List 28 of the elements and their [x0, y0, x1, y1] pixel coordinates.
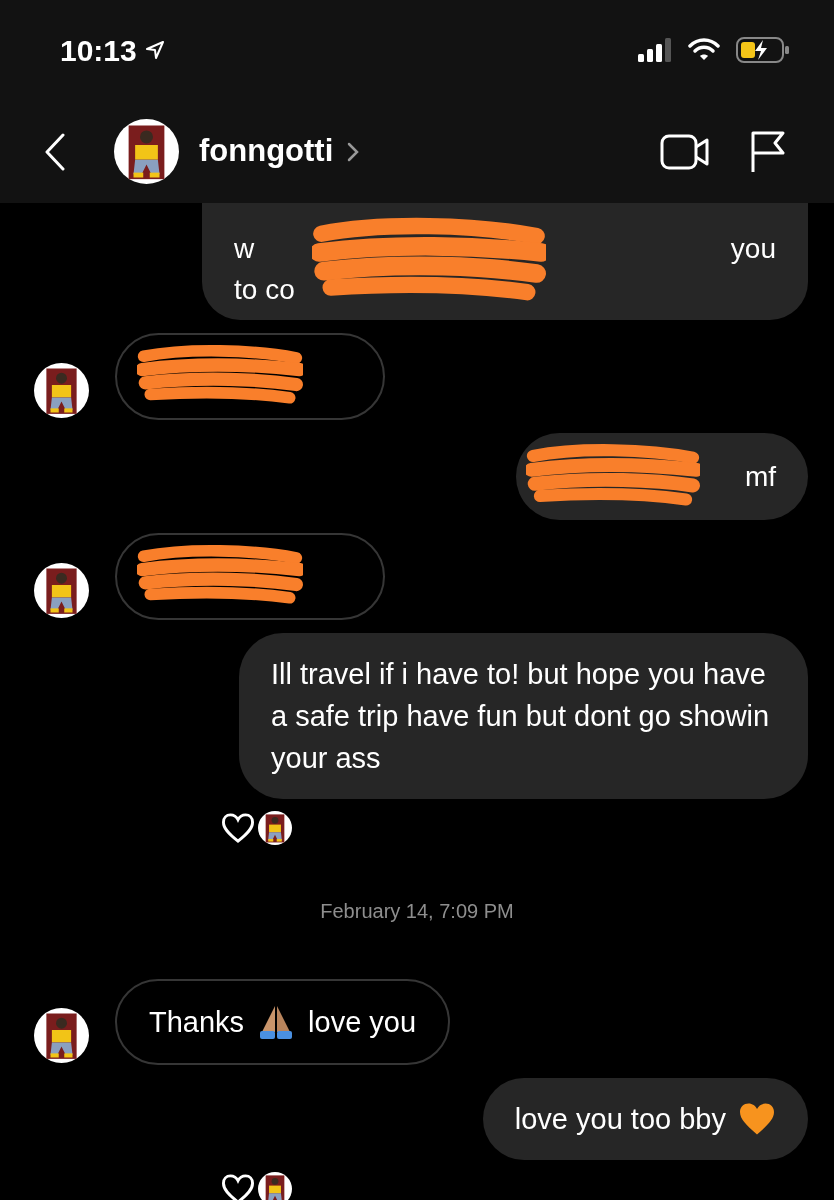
sender-avatar	[34, 363, 89, 418]
battery-icon	[736, 37, 790, 63]
message-text: Thanks	[149, 1005, 245, 1040]
heart-icon	[738, 1102, 776, 1136]
message-text: mf	[744, 460, 776, 494]
reactor-avatar	[258, 811, 292, 845]
back-button[interactable]	[44, 132, 66, 171]
profile-avatar	[114, 119, 179, 184]
reactor-avatar	[258, 1172, 292, 1200]
video-call-button[interactable]	[660, 133, 710, 170]
message-text: Ill travel if i have to! but hope you have a safe trip have fun but dont go showin your ass	[271, 657, 771, 776]
message-text: to co	[234, 272, 295, 307]
message-text: you	[730, 231, 776, 266]
date-separator: February 14, 7:09 PM	[320, 899, 514, 924]
report-flag-button[interactable]	[750, 129, 786, 174]
message-text: love you	[308, 1005, 417, 1040]
chevron-right-icon	[347, 141, 360, 162]
sender-avatar	[34, 563, 89, 618]
heart-icon[interactable]	[220, 812, 256, 844]
message-text: love you too bby	[514, 1102, 726, 1137]
sender-avatar	[34, 1008, 89, 1063]
heart-icon[interactable]	[220, 1173, 256, 1200]
location-arrow-icon	[144, 40, 165, 60]
signal-icon	[638, 38, 672, 62]
message-text: w	[234, 231, 255, 266]
status-time: 10:13	[60, 32, 137, 69]
profile-name[interactable]: fonngotti	[199, 128, 334, 175]
wifi-icon	[688, 38, 720, 62]
